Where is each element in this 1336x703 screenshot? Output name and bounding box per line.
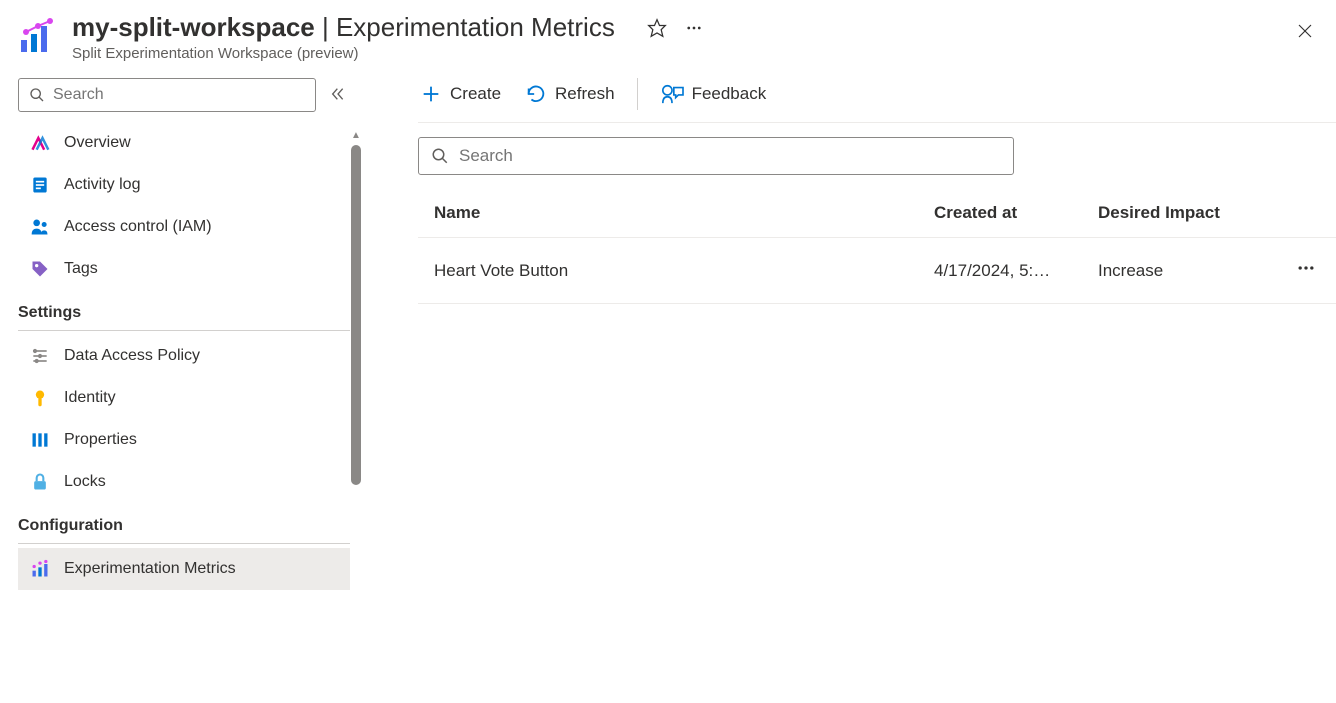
sidebar: Overview Activity log Access control (IA… (0, 70, 362, 693)
data-access-policy-icon (30, 346, 50, 366)
sidebar-item-access-control[interactable]: Access control (IAM) (18, 206, 350, 248)
sidebar-item-identity[interactable]: Identity (18, 377, 350, 419)
main-search-input[interactable] (459, 146, 1001, 166)
tags-icon (30, 259, 50, 279)
properties-icon (30, 430, 50, 450)
sidebar-item-label: Overview (64, 134, 131, 152)
refresh-icon (525, 83, 547, 105)
sidebar-item-tags[interactable]: Tags (18, 248, 350, 290)
search-icon (29, 87, 45, 103)
cell-desired-impact: Increase (1098, 261, 1258, 281)
chevron-double-left-icon (330, 86, 346, 102)
identity-icon (30, 388, 50, 408)
sidebar-item-label: Activity log (64, 176, 140, 194)
favorite-icon[interactable] (647, 18, 667, 41)
main-search (418, 137, 1014, 175)
search-icon (431, 147, 449, 165)
main-content: Create Refresh Feedback Name Created at (362, 70, 1336, 693)
sidebar-item-data-access-policy[interactable]: Data Access Policy (18, 335, 350, 377)
sidebar-search-input[interactable] (53, 86, 305, 104)
sidebar-item-label: Access control (IAM) (64, 218, 212, 236)
sidebar-item-label: Identity (64, 389, 116, 407)
sidebar-item-overview[interactable]: Overview (18, 122, 350, 164)
refresh-button[interactable]: Refresh (523, 79, 617, 109)
more-horizontal-icon[interactable] (685, 19, 703, 40)
table-row[interactable]: Heart Vote Button 4/17/2024, 5:… Increas… (418, 238, 1336, 304)
plus-icon (420, 83, 442, 105)
resource-type-icon (18, 16, 58, 56)
sidebar-section-configuration: Configuration (18, 503, 350, 541)
overview-icon (30, 133, 50, 153)
sidebar-item-label: Experimentation Metrics (64, 560, 236, 578)
column-header-name[interactable]: Name (434, 203, 934, 223)
activity-log-icon (30, 175, 50, 195)
main-search-box[interactable] (418, 137, 1014, 175)
divider (18, 543, 350, 544)
page-title: my-split-workspace | Experimentation Met… (72, 12, 615, 43)
access-control-icon (30, 217, 50, 237)
toolbar-divider (637, 78, 638, 110)
scroll-up-arrow-icon[interactable]: ▲ (350, 130, 362, 141)
toolbar: Create Refresh Feedback (418, 70, 1336, 123)
sidebar-item-label: Properties (64, 431, 137, 449)
table-header: Name Created at Desired Impact (418, 189, 1336, 238)
scroll-thumb[interactable] (351, 145, 361, 485)
sidebar-item-label: Tags (64, 260, 98, 278)
create-button[interactable]: Create (418, 79, 503, 109)
cell-name: Heart Vote Button (434, 261, 934, 281)
collapse-sidebar-button[interactable] (326, 82, 350, 109)
sidebar-section-settings: Settings (18, 290, 350, 328)
page-subtitle: Split Experimentation Workspace (preview… (72, 45, 615, 62)
sidebar-item-label: Locks (64, 473, 106, 491)
column-header-desired-impact[interactable]: Desired Impact (1098, 203, 1258, 223)
sidebar-item-properties[interactable]: Properties (18, 419, 350, 461)
close-button[interactable] (1292, 18, 1318, 47)
sidebar-item-activity-log[interactable]: Activity log (18, 164, 350, 206)
feedback-icon (660, 83, 684, 105)
sidebar-item-locks[interactable]: Locks (18, 461, 350, 503)
metrics-table: Name Created at Desired Impact Heart Vot… (418, 189, 1336, 304)
cell-created-at: 4/17/2024, 5:… (934, 261, 1098, 281)
experimentation-metrics-icon (30, 559, 50, 579)
page-header: my-split-workspace | Experimentation Met… (0, 0, 1336, 70)
feedback-button[interactable]: Feedback (658, 79, 769, 109)
divider (18, 330, 350, 331)
row-actions-button[interactable] (1292, 254, 1320, 287)
sidebar-search[interactable] (18, 78, 316, 112)
sidebar-scrollbar[interactable]: ▲ (350, 130, 362, 610)
sidebar-item-label: Data Access Policy (64, 347, 200, 365)
more-horizontal-icon (1296, 258, 1316, 278)
column-header-created-at[interactable]: Created at (934, 203, 1098, 223)
locks-icon (30, 472, 50, 492)
sidebar-item-experimentation-metrics[interactable]: Experimentation Metrics (18, 548, 350, 590)
